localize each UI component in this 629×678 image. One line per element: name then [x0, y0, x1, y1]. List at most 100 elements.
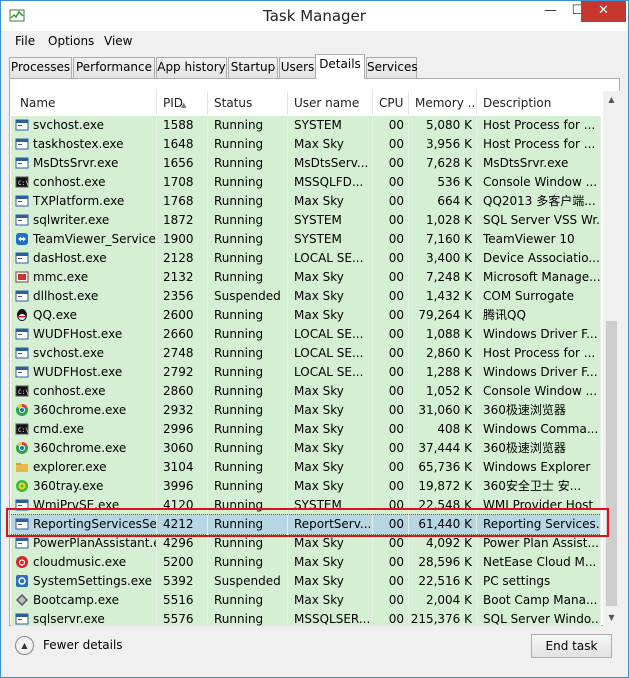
process-name: 360chrome.exe — [11, 401, 157, 420]
tab-users[interactable]: Users — [279, 57, 316, 78]
process-name-text: conhost.exe — [33, 175, 106, 189]
process-status: Suspended — [208, 287, 288, 306]
process-name-text: taskhostex.exe — [33, 137, 124, 151]
menu-view[interactable]: View — [104, 34, 132, 48]
process-memory: 1,052 K — [409, 382, 477, 401]
column-memory[interactable]: Memory ... — [409, 91, 477, 115]
process-pid: 1708 — [157, 173, 208, 192]
process-row[interactable]: cloudmusic.exe 5200 Running Max Sky 00 28,596… — [11, 553, 601, 572]
window-icon — [15, 366, 29, 378]
scroll-down-arrow-icon[interactable]: ▼ — [603, 609, 620, 626]
process-pid: 2600 — [157, 306, 208, 325]
process-memory: 664 K — [409, 192, 477, 211]
process-description: Windows Comma... — [477, 420, 601, 439]
process-user: Max Sky — [288, 401, 373, 420]
svg-text:C:\: C:\ — [18, 180, 29, 187]
window-title: Task Manager — [263, 7, 366, 25]
process-row[interactable]: sqlservr.exe 5576 Running MSSQLSER... 00 215,… — [11, 610, 601, 626]
process-name-text: TeamViewer_Service.... — [33, 232, 156, 246]
process-pid: 2660 — [157, 325, 208, 344]
close-button[interactable]: ✕ — [581, 1, 626, 22]
column-status[interactable]: Status — [208, 91, 288, 115]
process-name-text: mmc.exe — [33, 270, 89, 284]
process-user: Max Sky — [288, 382, 373, 401]
window-icon — [15, 214, 29, 226]
process-row[interactable]: svchost.exe 1588 Running SYSTEM 00 5,080 K Hos… — [11, 116, 601, 135]
chrome-icon — [16, 442, 28, 454]
process-user: SYSTEM — [288, 116, 373, 135]
process-description: COM Surrogate — [477, 287, 601, 306]
column-user-name[interactable]: User name — [288, 91, 373, 115]
process-row[interactable]: C:\ cmd.exe 2996 Running Max Sky 00 408 K Windo… — [11, 420, 601, 439]
column-cpu[interactable]: CPU — [373, 91, 409, 115]
tab-startup[interactable]: Startup — [228, 57, 278, 78]
process-name-text: TXPlatform.exe — [33, 194, 125, 208]
title-bar: Task Manager — ☐ ✕ — [1, 1, 628, 31]
process-row[interactable]: mmc.exe 2132 Running Max Sky 00 7,248 K Micros… — [11, 268, 601, 287]
process-user: MsDtsServ... — [288, 154, 373, 173]
process-user: LOCAL SE... — [288, 344, 373, 363]
process-pid: 5516 — [157, 591, 208, 610]
process-row[interactable]: explorer.exe 3104 Running Max Sky 00 65,736 K… — [11, 458, 601, 477]
process-name: taskhostex.exe — [11, 135, 157, 154]
process-row[interactable]: dasHost.exe 2128 Running LOCAL SE... 00 3,400… — [11, 249, 601, 268]
process-row[interactable]: Bootcamp.exe 5516 Running Max Sky 00 2,004 KB… — [11, 591, 601, 610]
console-icon: C:\ — [15, 423, 29, 435]
process-status: Running — [208, 477, 288, 496]
process-row[interactable]: svchost.exe 2748 Running LOCAL SE... 00 2,860… — [11, 344, 601, 363]
process-row[interactable]: TeamViewer_Service....1900RunningSYSTEM0… — [11, 230, 601, 249]
process-row[interactable]: dllhost.exe 2356 Suspended Max Sky 00 1,432 K… — [11, 287, 601, 306]
process-row[interactable]: WUDFHost.exe 2792 Running LOCAL SE... 00 1,28… — [11, 363, 601, 382]
process-cpu: 00 — [373, 135, 409, 154]
column-name[interactable]: Name — [11, 91, 157, 115]
tab-performance[interactable]: Performance — [73, 57, 155, 78]
process-name-text: 360chrome.exe — [33, 403, 127, 417]
process-row[interactable]: QQ.exe 2600 Running Max Sky 00 79,264 K 腾讯QQ — [11, 306, 601, 325]
qq-icon — [17, 309, 27, 321]
process-row[interactable]: WUDFHost.exe 2660 Running LOCAL SE... 00 1,08… — [11, 325, 601, 344]
process-user: LOCAL SE... — [288, 325, 373, 344]
process-user: SYSTEM — [288, 230, 373, 249]
process-row[interactable]: MsDtsSrvr.exe 1656 Running MsDtsServ... 00 7,… — [11, 154, 601, 173]
process-row[interactable]: 360tray.exe 3996 Running Max Sky 00 19,872 K3… — [11, 477, 601, 496]
process-row[interactable]: sqlwriter.exe 1872 Running SYSTEM 00 1,028 KS… — [11, 211, 601, 230]
tab-details[interactable]: Details — [315, 54, 365, 79]
process-row[interactable]: SystemSettings.exe 5392 Suspended Max Sky 00… — [11, 572, 601, 591]
process-description: Boot Camp Mana... — [477, 591, 601, 610]
process-pid: 2792 — [157, 363, 208, 382]
end-task-button[interactable]: End task — [531, 634, 612, 658]
process-pid: 2132 — [157, 268, 208, 287]
process-name: TeamViewer_Service.... — [11, 230, 157, 249]
process-row[interactable]: 360chrome.exe 2932 Running Max Sky 00 31,060 … — [11, 401, 601, 420]
minimize-button[interactable]: — — [537, 1, 564, 23]
process-user: Max Sky — [288, 268, 373, 287]
process-name-text: sqlwriter.exe — [33, 213, 110, 227]
process-name: C:\ cmd.exe — [11, 420, 157, 439]
tab-app-history[interactable]: App history — [156, 57, 227, 78]
process-cpu: 00 — [373, 154, 409, 173]
tab-processes[interactable]: Processes — [9, 57, 72, 78]
vertical-scrollbar[interactable]: ▲ ▼ — [603, 91, 620, 626]
process-name-text: 360chrome.exe — [33, 441, 127, 455]
process-row[interactable]: taskhostex.exe 1648 Running Max Sky 00 3,956 … — [11, 135, 601, 154]
chevron-up-icon[interactable]: ▲ — [15, 636, 34, 655]
menu-options[interactable]: Options — [48, 34, 94, 48]
scrollbar-thumb[interactable] — [606, 321, 617, 606]
process-status: Running — [208, 211, 288, 230]
process-name-text: cloudmusic.exe — [33, 555, 127, 569]
fewer-details-link[interactable]: Fewer details — [43, 638, 123, 652]
process-row[interactable]: C:\ conhost.exe 2860 Running Max Sky 00 1,052 … — [11, 382, 601, 401]
process-memory: 22,516 K — [409, 572, 477, 591]
process-cpu: 00 — [373, 306, 409, 325]
process-name: explorer.exe — [11, 458, 157, 477]
tab-services[interactable]: Services — [366, 57, 418, 78]
process-row[interactable]: TXPlatform.exe 1768 Running Max Sky 00 664 KQ… — [11, 192, 601, 211]
process-cpu: 00 — [373, 401, 409, 420]
scroll-up-arrow-icon[interactable]: ▲ — [603, 91, 620, 108]
process-name: 360tray.exe — [11, 477, 157, 496]
column-description[interactable]: Description — [477, 91, 601, 115]
process-name-text: QQ.exe — [33, 308, 77, 322]
process-row[interactable]: C:\ conhost.exe 1708 Running MSSQLFD... 00 536… — [11, 173, 601, 192]
process-row[interactable]: 360chrome.exe 3060 Running Max Sky 00 37,444 … — [11, 439, 601, 458]
menu-file[interactable]: File — [15, 34, 35, 48]
